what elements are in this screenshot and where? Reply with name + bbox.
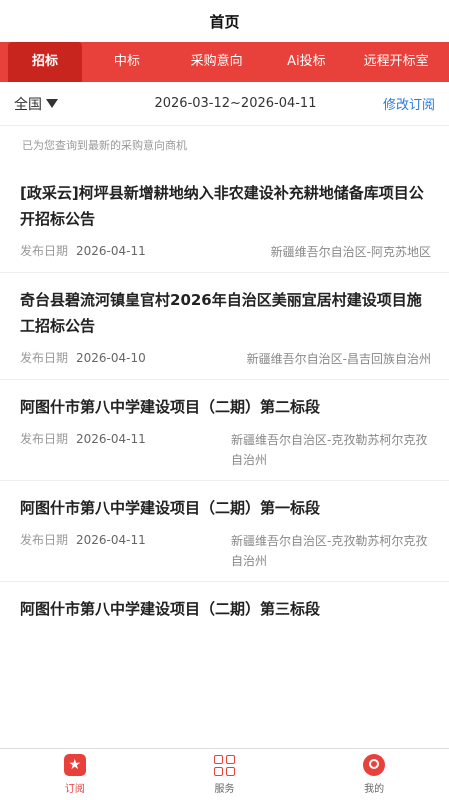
publish-label: 发布日期 bbox=[20, 533, 69, 547]
item-location: 新疆维吾尔自治区-克孜勒苏柯尔克孜自治州 bbox=[231, 534, 428, 568]
result-list: [政采云]柯坪县新增耕地纳入非农建设补充耕地储备库项目公开招标公告 发布日期 20… bbox=[0, 166, 449, 632]
publish-date: 2026-04-11 bbox=[76, 432, 146, 446]
nav-label: 订阅 bbox=[64, 784, 85, 795]
result-hint: 已为您查询到最新的采购意向商机 bbox=[22, 139, 187, 152]
nav-services[interactable]: 服务 bbox=[150, 749, 300, 800]
publish-date: 2026-04-11 bbox=[76, 244, 146, 258]
tab-bidding[interactable]: 招标 bbox=[8, 42, 82, 82]
tab-ai-bidding[interactable]: Ai投标 bbox=[262, 42, 352, 82]
list-item[interactable]: 阿图什市第八中学建设项目（二期）第一标段 发布日期 2026-04-11 新疆维吾… bbox=[0, 481, 449, 582]
publish-info: 发布日期 2026-04-11 bbox=[20, 531, 146, 548]
region-selector[interactable]: 全国 bbox=[14, 94, 58, 114]
date-range[interactable]: 2026-03-12~2026-04-11 bbox=[154, 96, 316, 111]
list-item[interactable]: 阿图什市第八中学建设项目（二期）第三标段 bbox=[0, 582, 449, 632]
list-item[interactable]: 奇台县碧流河镇皇官村2026年自治区美丽宜居村建设项目施工招标公告 发布日期 20… bbox=[0, 273, 449, 380]
publish-info: 发布日期 2026-04-10 bbox=[20, 349, 146, 366]
star-icon: ★ bbox=[63, 754, 86, 776]
filter-bar: 全国 2026-03-12~2026-04-11 修改订阅 bbox=[0, 82, 449, 126]
tab-winning[interactable]: 中标 bbox=[82, 42, 172, 82]
publish-label: 发布日期 bbox=[20, 432, 69, 446]
item-meta: 发布日期 2026-04-10 新疆维吾尔自治区-昌吉回族自治州 bbox=[20, 349, 431, 369]
region-label: 全国 bbox=[14, 96, 42, 113]
item-title: 阿图什市第八中学建设项目（二期）第一标段 bbox=[20, 499, 321, 517]
item-meta: 发布日期 2026-04-11 新疆维吾尔自治区-阿克苏地区 bbox=[20, 242, 431, 262]
item-title: 阿图什市第八中学建设项目（二期）第三标段 bbox=[20, 600, 321, 618]
publish-label: 发布日期 bbox=[20, 351, 69, 365]
modify-subscription-link[interactable]: 修改订阅 bbox=[383, 94, 435, 113]
page-title: 首页 bbox=[209, 12, 240, 31]
publish-info: 发布日期 2026-04-11 bbox=[20, 430, 146, 447]
list-item[interactable]: 阿图什市第八中学建设项目（二期）第二标段 发布日期 2026-04-11 新疆维吾… bbox=[0, 380, 449, 481]
nav-profile[interactable]: 我的 bbox=[299, 749, 449, 800]
caret-down-icon bbox=[46, 99, 58, 108]
publish-date: 2026-04-10 bbox=[76, 351, 146, 365]
item-location: 新疆维吾尔自治区-克孜勒苏柯尔克孜自治州 bbox=[231, 433, 428, 467]
item-meta: 发布日期 2026-04-11 新疆维吾尔自治区-克孜勒苏柯尔克孜自治州 bbox=[20, 430, 431, 470]
publish-label: 发布日期 bbox=[20, 244, 69, 258]
app: 首页 招标 中标 采购意向 Ai投标 远程开标室 全国 2026-03-12~2… bbox=[0, 0, 449, 800]
tab-bar: 招标 中标 采购意向 Ai投标 远程开标室 bbox=[0, 42, 449, 82]
nav-label: 我的 bbox=[364, 784, 385, 795]
item-title: 奇台县碧流河镇皇官村2026年自治区美丽宜居村建设项目施工招标公告 bbox=[20, 291, 422, 335]
item-location: 新疆维吾尔自治区-昌吉回族自治州 bbox=[246, 352, 431, 366]
item-title: [政采云]柯坪县新增耕地纳入非农建设补充耕地储备库项目公开招标公告 bbox=[20, 184, 424, 228]
grid-icon bbox=[214, 754, 236, 776]
tab-remote-opening-room[interactable]: 远程开标室 bbox=[351, 42, 441, 82]
nav-label: 服务 bbox=[214, 784, 235, 795]
list-item[interactable]: [政采云]柯坪县新增耕地纳入非农建设补充耕地储备库项目公开招标公告 发布日期 20… bbox=[0, 166, 449, 273]
user-icon bbox=[363, 754, 386, 776]
item-meta: 发布日期 2026-04-11 新疆维吾尔自治区-克孜勒苏柯尔克孜自治州 bbox=[20, 531, 431, 571]
title-bar: 首页 bbox=[0, 0, 449, 42]
item-title: 阿图什市第八中学建设项目（二期）第二标段 bbox=[20, 398, 321, 416]
publish-info: 发布日期 2026-04-11 bbox=[20, 242, 146, 259]
publish-date: 2026-04-11 bbox=[76, 533, 146, 547]
tab-procurement-intent[interactable]: 采购意向 bbox=[172, 42, 262, 82]
item-location: 新疆维吾尔自治区-阿克苏地区 bbox=[270, 245, 431, 259]
bottom-nav: ★ 订阅 服务 我的 bbox=[0, 748, 449, 800]
nav-subscribe[interactable]: ★ 订阅 bbox=[0, 749, 150, 800]
